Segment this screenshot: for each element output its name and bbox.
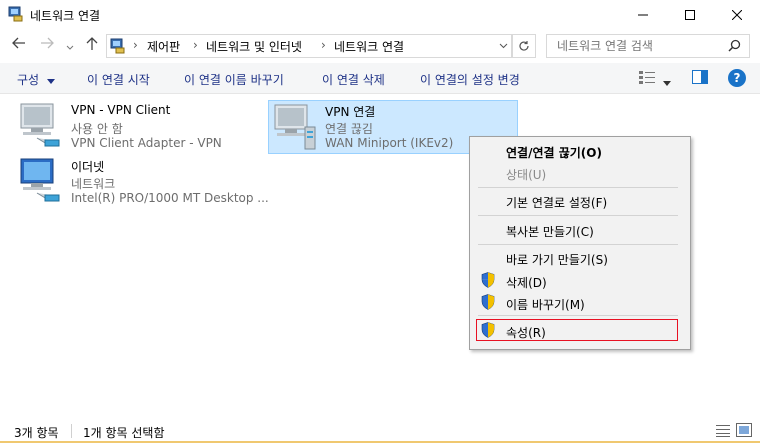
status-selected-count: 1개 항목 선택함 <box>83 426 165 440</box>
delete-connection-button[interactable]: 이 연결 삭제 <box>322 71 385 88</box>
large-icons-view-icon <box>736 423 752 437</box>
minimize-icon <box>638 14 648 16</box>
menu-item-set-default[interactable]: 기본 연결로 설정(F) <box>506 194 607 211</box>
menu-separator <box>478 315 678 316</box>
menu-separator <box>478 187 678 188</box>
menu-item-connect-disconnect[interactable]: 연결/연결 끊기(O) <box>506 144 602 161</box>
forward-button[interactable] <box>40 37 54 53</box>
search-input[interactable] <box>555 38 729 54</box>
status-divider <box>71 424 72 438</box>
preview-pane-icon <box>692 70 708 84</box>
search-icon <box>728 39 741 52</box>
item-device: VPN Client Adapter - VPN <box>71 136 222 150</box>
close-button[interactable] <box>714 0 760 30</box>
details-view-icon <box>716 425 730 437</box>
address-bar[interactable]: › 제어판 › 네트워크 및 인터넷 › 네트워크 연결 <box>106 34 512 58</box>
view-options-button[interactable] <box>639 70 655 87</box>
breadcrumb-network-connections[interactable]: 네트워크 연결 <box>334 38 404 55</box>
view-dropdown-button[interactable] <box>663 75 671 89</box>
help-button[interactable]: ? <box>728 69 746 87</box>
item-name: 이더넷 <box>71 160 105 174</box>
chevron-right-icon: › <box>133 38 138 52</box>
network-connections-icon <box>8 6 23 22</box>
organize-button[interactable]: 구성 <box>17 71 55 88</box>
vpn-adapter-icon <box>274 104 316 150</box>
up-button[interactable] <box>86 37 98 55</box>
menu-item-create-copy[interactable]: 복사본 만들기(C) <box>506 223 594 240</box>
item-name: VPN - VPN Client <box>71 103 171 117</box>
menu-item-delete[interactable]: 삭제(D) <box>506 274 547 291</box>
menu-separator <box>478 244 678 245</box>
uac-shield-icon <box>481 322 495 338</box>
caret-down-icon <box>663 81 671 86</box>
menu-item-create-shortcut[interactable]: 바로 가기 만들기(S) <box>506 251 608 268</box>
status-item-count: 3개 항목 <box>14 426 59 440</box>
item-status: 사용 안 함 <box>71 122 123 136</box>
back-button[interactable] <box>12 37 26 53</box>
item-device: Intel(R) PRO/1000 MT Desktop ... <box>71 191 269 205</box>
search-box[interactable] <box>546 34 750 58</box>
caret-down-icon <box>46 79 55 84</box>
item-name: VPN 연결 <box>325 105 376 119</box>
list-item-vpn-client[interactable]: VPN - VPN Client 사용 안 함 VPN Client Adapt… <box>15 100 255 154</box>
arrow-right-icon <box>41 37 54 49</box>
arrow-left-icon <box>12 37 25 49</box>
refresh-button[interactable] <box>512 34 536 58</box>
maximize-button[interactable] <box>667 0 713 30</box>
rename-connection-button[interactable]: 이 연결 이름 바꾸기 <box>184 71 284 88</box>
maximize-icon <box>685 10 695 20</box>
chevron-right-icon: › <box>321 38 326 52</box>
ethernet-adapter-icon <box>20 158 60 202</box>
large-icons-view-toggle[interactable] <box>736 423 752 440</box>
uac-shield-icon <box>481 294 495 310</box>
network-connections-icon <box>110 38 125 54</box>
arrow-up-icon <box>86 37 98 50</box>
window-title: 네트워크 연결 <box>30 9 101 23</box>
preview-pane-button[interactable] <box>692 70 708 87</box>
details-view-toggle[interactable] <box>716 424 730 441</box>
chevron-down-icon[interactable] <box>499 43 508 49</box>
menu-separator <box>478 215 678 216</box>
menu-item-properties[interactable]: 속성(R) <box>506 324 546 341</box>
refresh-icon <box>519 41 529 51</box>
menu-item-rename[interactable]: 이름 바꾸기(M) <box>506 296 585 313</box>
menu-item-status: 상태(U) <box>506 168 547 182</box>
list-item-ethernet[interactable]: 이더넷 네트워크 Intel(R) PRO/1000 MT Desktop ..… <box>15 155 269 209</box>
chevron-right-icon: › <box>193 38 198 52</box>
change-settings-button[interactable]: 이 연결의 설정 변경 <box>420 71 520 88</box>
breadcrumb-network-internet[interactable]: 네트워크 및 인터넷 <box>206 38 302 55</box>
breadcrumb-control-panel[interactable]: 제어판 <box>147 38 180 55</box>
network-adapter-icon <box>20 103 60 147</box>
item-status: 연결 끊김 <box>325 122 373 136</box>
context-menu: 연결/연결 끊기(O) 상태(U) 기본 연결로 설정(F) 복사본 만들기(C… <box>469 136 691 350</box>
help-icon: ? <box>733 71 741 85</box>
close-icon <box>732 10 742 20</box>
chevron-down-icon <box>66 45 74 50</box>
item-status: 네트워크 <box>71 177 116 191</box>
recent-locations-button[interactable] <box>66 39 74 55</box>
uac-shield-icon <box>481 272 495 288</box>
start-connection-button[interactable]: 이 연결 시작 <box>87 71 150 88</box>
item-device: WAN Miniport (IKEv2) <box>325 136 454 150</box>
minimize-button[interactable] <box>620 0 666 30</box>
organize-label: 구성 <box>17 73 40 87</box>
details-view-icon <box>639 71 655 84</box>
